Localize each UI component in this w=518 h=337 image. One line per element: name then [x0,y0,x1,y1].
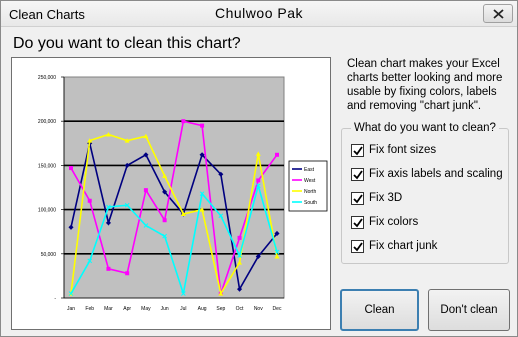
option-label: Fix axis labels and scaling [369,168,503,180]
x-tick-label: Dec [273,306,282,312]
data-point [256,178,261,183]
y-tick-label: 200,000 [38,119,56,125]
question-heading: Do you want to clean this chart? [13,35,241,52]
checkmark-icon [353,145,363,155]
x-tick-label: Nov [254,306,263,312]
chart-junk-checkbox[interactable] [351,239,364,253]
dont-clean-button[interactable]: Don't clean [428,289,510,331]
x-tick-label: Oct [236,306,244,312]
data-point [69,166,73,171]
y-tick-label: 50,000 [41,252,57,258]
clean-button[interactable]: Clean [340,289,419,331]
x-tick-label: Jul [180,306,186,312]
data-point [125,271,130,276]
checkmark-icon [353,193,363,203]
option-label: Fix colors [369,216,419,228]
x-tick-label: Apr [123,306,131,312]
data-point [200,123,205,128]
checkmark-icon [353,217,363,227]
y-tick-label: 250,000 [38,75,56,81]
x-tick-label: Aug [198,306,207,312]
colors-checkbox[interactable] [351,215,364,229]
y-tick-label: - [54,296,56,302]
close-icon [493,9,504,19]
option-label: Fix font sizes [369,144,437,156]
option-fix-chart-junk[interactable]: Fix chart junk [351,238,437,254]
checkmark-icon [353,169,363,179]
chart-preview: - 50,000 100,000 150,000 200,000 250,000 Jan Fe… [11,57,331,330]
axis-labels-checkbox[interactable] [351,167,364,181]
data-point [143,188,148,193]
options-group-legend: What do you want to clean? [351,122,499,134]
legend-label: East [304,167,315,173]
fix-3d-checkbox[interactable] [351,191,364,205]
font-sizes-checkbox[interactable] [351,143,364,157]
x-tick-label: Sep [216,306,225,312]
close-button[interactable] [483,4,513,23]
data-point [181,119,186,124]
option-label: Fix chart junk [369,240,438,252]
option-fix-colors[interactable]: Fix colors [351,214,418,230]
legend-label: West [304,178,316,184]
line-chart: - 50,000 100,000 150,000 200,000 250,000 Jan Fe… [38,75,328,312]
y-tick-label: 150,000 [38,163,56,169]
data-point [106,266,111,271]
window-center-title: Chulwoo Pak [215,5,303,21]
x-tick-label: May [141,306,151,312]
option-fix-axis-labels[interactable]: Fix axis labels and scaling [351,166,503,182]
data-point [87,198,92,203]
option-fix-3d[interactable]: Fix 3D [351,190,402,206]
data-point [275,152,279,157]
x-tick-label: Mar [104,306,113,312]
dialog-window: Clean Charts Chulwoo Pak Do you want to … [0,0,518,337]
legend-label: South [304,200,317,206]
data-point [237,235,242,240]
x-tick-label: Feb [85,306,94,312]
checkmark-icon [353,241,363,251]
legend-label: North [304,189,316,195]
title-bar[interactable]: Clean Charts Chulwoo Pak [1,1,517,27]
option-fix-font-sizes[interactable]: Fix font sizes [351,142,436,158]
y-tick-label: 100,000 [38,208,56,214]
x-tick-label: Jan [67,306,75,312]
data-point [162,218,167,223]
description-text: Clean chart makes your Excel charts bett… [347,58,503,112]
x-tick-label: Jun [161,306,169,312]
option-label: Fix 3D [369,192,403,204]
